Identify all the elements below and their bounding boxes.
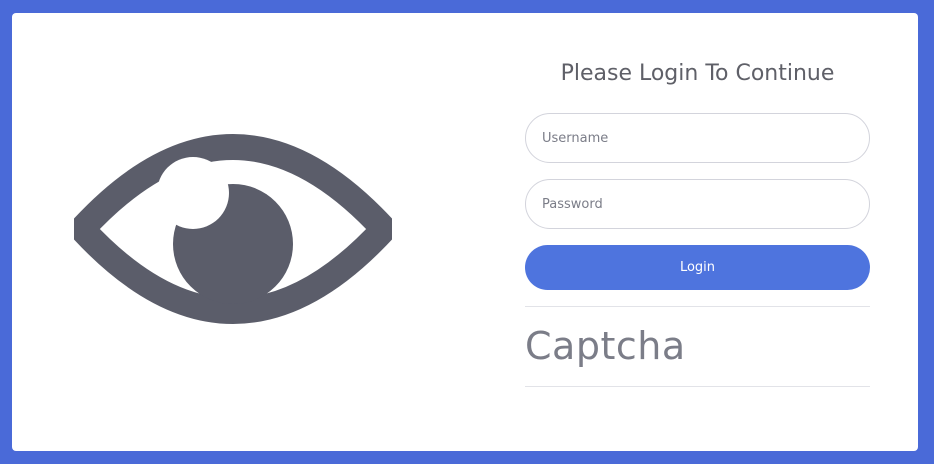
divider bbox=[525, 386, 870, 387]
login-card: Please Login To Continue Login Captcha bbox=[12, 13, 918, 451]
captcha-text: Captcha bbox=[525, 324, 686, 368]
form-title: Please Login To Continue bbox=[560, 61, 835, 86]
username-input[interactable] bbox=[525, 113, 870, 163]
divider bbox=[525, 306, 870, 307]
password-input[interactable] bbox=[525, 179, 870, 229]
login-button[interactable]: Login bbox=[525, 245, 870, 290]
eye-icon bbox=[74, 134, 392, 324]
login-form: Please Login To Continue Login Captcha bbox=[525, 13, 870, 451]
